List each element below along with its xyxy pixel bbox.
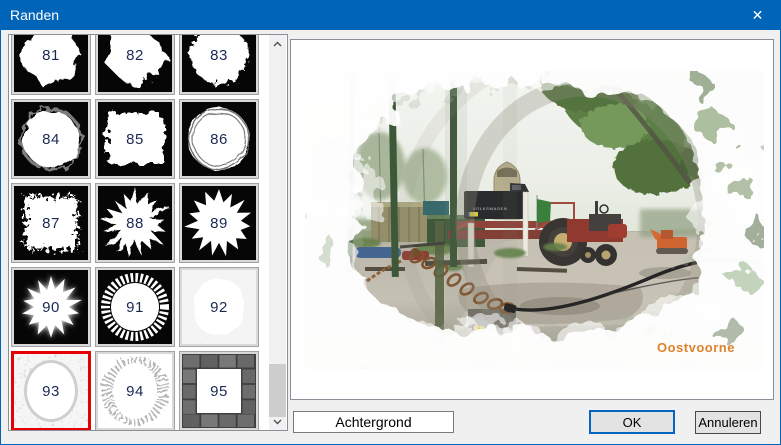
preview-pane: VOLKSWAGEN Oostvoorne xyxy=(290,39,778,402)
thumbnail-number: 90 xyxy=(42,298,60,316)
border-thumbnail[interactable]: 82 xyxy=(95,35,175,95)
titlebar: Randen ✕ xyxy=(1,1,780,30)
cancel-button[interactable]: Annuleren xyxy=(695,411,761,434)
thumbnail-number: 88 xyxy=(126,214,144,232)
thumbnail-number: 86 xyxy=(210,130,228,148)
border-thumbnail[interactable]: 88 xyxy=(95,183,175,263)
thumbnail-number: 81 xyxy=(42,46,60,64)
border-thumbnail[interactable]: 87 xyxy=(11,183,91,263)
thumbnail-viewport: 81 82 83 84 85 86 87 88 89 90 91 92 93 94 95 xyxy=(9,35,269,430)
border-thumbnail[interactable]: 85 xyxy=(95,99,175,179)
border-thumbnail[interactable]: 86 xyxy=(179,99,259,179)
dialog-title: Randen xyxy=(10,7,60,23)
randen-dialog: Randen ✕ 81 82 83 84 85 86 87 88 89 90 91 92 93 94 95 … xyxy=(0,0,781,445)
thumbnail-scrollbar[interactable] xyxy=(269,35,286,430)
thumbnail-number: 93 xyxy=(42,382,60,400)
border-thumbnail[interactable]: 90 xyxy=(11,267,91,347)
thumbnail-number: 87 xyxy=(42,214,60,232)
border-thumbnail-panel: 81 82 83 84 85 86 87 88 89 90 91 92 93 94 95 xyxy=(8,34,288,431)
preview-photo: VOLKSWAGEN Oostvoorne xyxy=(293,44,778,402)
border-thumbnail[interactable]: 91 xyxy=(95,267,175,347)
border-thumbnail[interactable]: 92 xyxy=(179,267,259,347)
thumbnail-number: 84 xyxy=(42,130,60,148)
thumbnail-number: 83 xyxy=(210,46,228,64)
achtergrond-field[interactable]: Achtergrond xyxy=(293,411,454,433)
thumbnail-number: 85 xyxy=(126,130,144,148)
thumbnail-number: 91 xyxy=(126,298,144,316)
border-thumbnail[interactable]: 89 xyxy=(179,183,259,263)
border-thumbnail[interactable]: 84 xyxy=(11,99,91,179)
thumbnail-number: 82 xyxy=(126,46,144,64)
scroll-up-icon[interactable] xyxy=(269,35,286,52)
border-thumbnail[interactable]: 83 xyxy=(179,35,259,95)
thumbnail-number: 92 xyxy=(210,298,228,316)
border-thumbnail-grid: 81 82 83 84 85 86 87 88 89 90 91 92 93 94 95 xyxy=(11,35,259,430)
photo-watermark: Oostvoorne xyxy=(657,340,735,355)
border-thumbnail-selected[interactable]: 93 xyxy=(11,351,91,430)
scrollbar-thumb[interactable] xyxy=(269,364,286,417)
ok-button[interactable]: OK xyxy=(589,410,675,434)
border-thumbnail[interactable]: 81 xyxy=(11,35,91,95)
thumbnail-number: 89 xyxy=(210,214,228,232)
thumbnail-number: 95 xyxy=(210,382,228,400)
border-thumbnail[interactable]: 94 xyxy=(95,351,175,430)
scroll-down-icon[interactable] xyxy=(269,413,286,430)
thumbnail-number: 94 xyxy=(126,382,144,400)
border-thumbnail[interactable]: 95 xyxy=(179,351,259,430)
close-icon[interactable]: ✕ xyxy=(735,1,780,30)
